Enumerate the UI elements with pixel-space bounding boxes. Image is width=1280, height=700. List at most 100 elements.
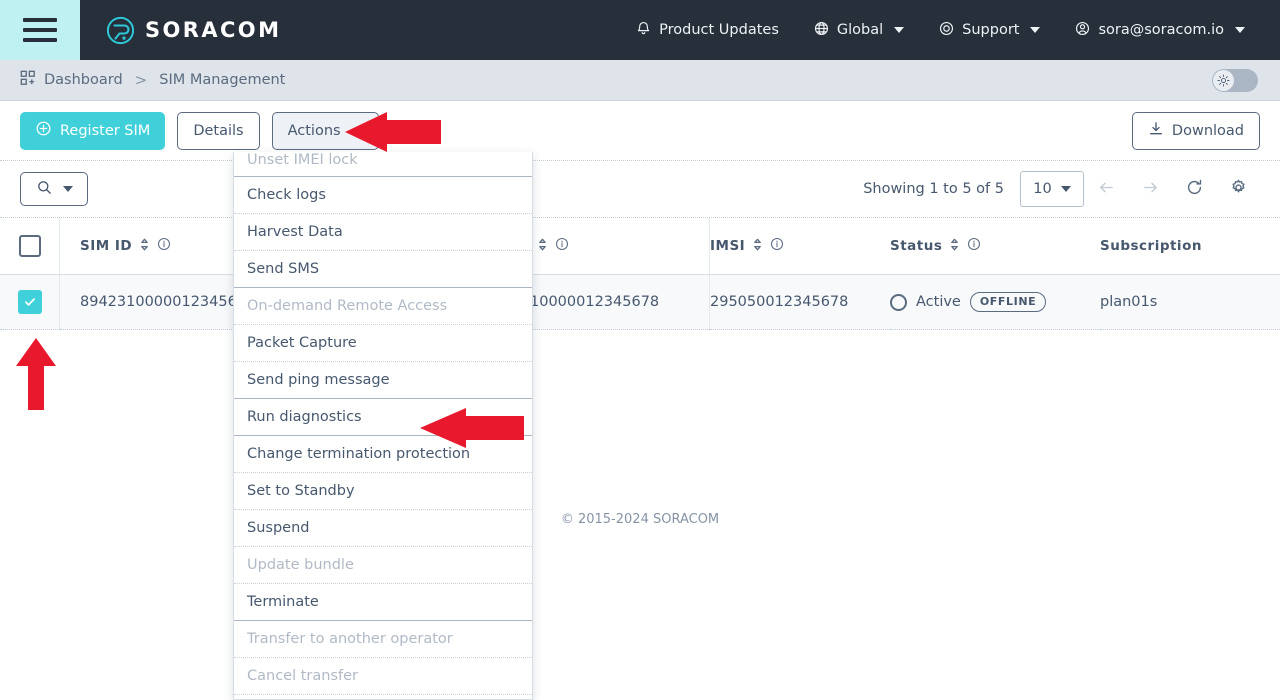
info-icon[interactable] — [555, 237, 569, 255]
nav-item-support[interactable]: Support — [921, 0, 1057, 60]
status-value: Active — [916, 294, 961, 310]
menu-label-send-sms: Send SMS — [247, 261, 319, 277]
chevron-down-icon — [1030, 27, 1040, 33]
register-sim-button[interactable]: Register SIM — [20, 112, 165, 150]
menu-item-check-logs[interactable]: Check logs — [234, 177, 532, 214]
column-label-status: Status — [890, 238, 942, 254]
sort-icon[interactable] — [752, 238, 763, 255]
next-page-button[interactable] — [1128, 171, 1172, 207]
user-icon — [1074, 20, 1091, 41]
table-controls-bar: Showing 1 to 5 of 5 10 — [0, 160, 1280, 218]
menu-label-change-termination-protection: Change termination protection — [247, 446, 470, 462]
action-toolbar: Register SIM Details Actions Download — [0, 101, 1280, 160]
table-row[interactable]: 8942310000012345678 10000012345678 29505… — [0, 275, 1280, 330]
column-subscription[interactable]: Subscription — [1100, 218, 1280, 275]
menu-item-on-demand-remote-access: On-demand Remote Access — [234, 288, 532, 325]
nav-label-product-updates: Product Updates — [659, 22, 779, 38]
arrow-pointing-actions-button — [345, 112, 441, 152]
select-all-checkbox[interactable] — [19, 235, 41, 257]
sort-icon[interactable] — [949, 238, 960, 255]
nav-label-global: Global — [837, 22, 883, 38]
footer-copyright: © 2015-2024 SORACOM — [0, 512, 1280, 527]
menu-label-on-demand-remote-access: On-demand Remote Access — [247, 298, 447, 314]
menu-label-set-to-standby: Set to Standby — [247, 483, 355, 499]
refresh-button[interactable] — [1172, 171, 1216, 207]
menu-item-set-to-standby[interactable]: Set to Standby — [234, 473, 532, 510]
sim-id-value: 8942310000012345678 — [80, 294, 255, 310]
page-size-value: 10 — [1033, 181, 1051, 197]
column-label-subscription: Subscription — [1100, 238, 1202, 254]
menu-label-send-ping-message: Send ping message — [247, 372, 390, 388]
subscription-value: plan01s — [1100, 294, 1157, 310]
info-icon[interactable] — [967, 237, 981, 255]
breadcrumb: Dashboard > SIM Management — [0, 60, 1280, 101]
bell-icon — [635, 20, 652, 41]
imsi-value: 295050012345678 — [710, 294, 848, 310]
showing-count-label: Showing 1 to 5 of 5 — [863, 181, 1004, 197]
download-icon — [1148, 121, 1164, 141]
menu-label-check-logs: Check logs — [247, 187, 326, 203]
column-label-sim-id: SIM ID — [80, 238, 132, 254]
menu-item-cancel-transfer: Cancel transfer — [234, 658, 532, 695]
row-checkbox[interactable] — [18, 290, 42, 314]
menu-label-harvest-data: Harvest Data — [247, 224, 343, 240]
menu-item-send-ping-message[interactable]: Send ping message — [234, 362, 532, 399]
menu-label-packet-capture: Packet Capture — [247, 335, 357, 351]
arrow-right-icon — [1141, 178, 1160, 201]
info-icon[interactable] — [157, 237, 171, 255]
pagination-controls: Showing 1 to 5 of 5 10 — [863, 171, 1260, 207]
menu-label-transfer-to-another-operator: Transfer to another operator — [247, 631, 453, 647]
table-settings-button[interactable] — [1216, 171, 1260, 207]
nav-item-global[interactable]: Global — [796, 0, 921, 60]
table-header-row: SIM ID — [0, 218, 1280, 275]
menu-label-run-diagnostics: Run diagnostics — [247, 409, 362, 425]
column-imsi[interactable]: IMSI — [710, 218, 890, 275]
column-unnamed[interactable] — [520, 218, 710, 275]
top-navigation-bar: SORACOM Product Updates Global — [0, 0, 1280, 60]
menu-item-harvest-data[interactable]: Harvest Data — [234, 214, 532, 251]
sim-list-panel: Showing 1 to 5 of 5 10 — [0, 160, 1280, 700]
menu-item-unset-imei-lock: Unset IMEI lock — [234, 152, 532, 177]
previous-page-button[interactable] — [1084, 171, 1128, 207]
chevron-down-icon — [894, 27, 904, 33]
search-filter-button[interactable] — [20, 172, 88, 206]
sort-icon[interactable] — [139, 238, 150, 255]
nav-label-account: sora@soracom.io — [1098, 22, 1224, 38]
top-nav-items: Product Updates Global Support — [618, 0, 1280, 60]
cell-unnamed: 10000012345678 — [520, 275, 710, 330]
sort-icon[interactable] — [537, 238, 548, 255]
breadcrumb-separator: > — [135, 71, 148, 89]
arrow-pointing-run-diagnostics — [420, 408, 524, 448]
breadcrumb-item-sim-management[interactable]: SIM Management — [159, 72, 285, 88]
page-size-select[interactable]: 10 — [1020, 171, 1084, 207]
download-button[interactable]: Download — [1132, 112, 1260, 150]
details-button[interactable]: Details — [177, 112, 259, 150]
breadcrumb-item-dashboard[interactable]: Dashboard — [20, 70, 123, 90]
menu-item-suspend[interactable]: Suspend — [234, 510, 532, 547]
globe-icon — [813, 20, 830, 41]
hamburger-menu-button[interactable] — [0, 0, 80, 60]
cell-imsi: 295050012345678 — [710, 275, 890, 330]
cell-row-select — [0, 275, 60, 330]
menu-item-packet-capture[interactable]: Packet Capture — [234, 325, 532, 362]
menu-item-send-sms[interactable]: Send SMS — [234, 251, 532, 288]
arrow-left-icon — [1097, 178, 1116, 201]
details-label: Details — [193, 123, 243, 139]
dashboard-icon — [20, 70, 36, 90]
menu-item-terminate[interactable]: Terminate — [234, 584, 532, 621]
menu-label-suspend: Suspend — [247, 520, 309, 536]
info-icon[interactable] — [770, 237, 784, 255]
status-indicator-icon — [890, 294, 907, 311]
brand-logo-area[interactable]: SORACOM — [106, 16, 281, 45]
nav-label-support: Support — [962, 22, 1019, 38]
status-badge: OFFLINE — [970, 292, 1046, 312]
table-body: 8942310000012345678 10000012345678 29505… — [0, 275, 1280, 330]
chevron-down-icon — [1061, 186, 1071, 192]
lifebuoy-icon — [938, 20, 955, 41]
nav-item-product-updates[interactable]: Product Updates — [618, 0, 796, 60]
theme-toggle-switch[interactable] — [1212, 69, 1258, 92]
nav-item-account[interactable]: sora@soracom.io — [1057, 0, 1262, 60]
menu-item-transfer-to-another-operator: Transfer to another operator — [234, 621, 532, 658]
column-select-all — [0, 218, 60, 275]
column-status[interactable]: Status — [890, 218, 1100, 275]
